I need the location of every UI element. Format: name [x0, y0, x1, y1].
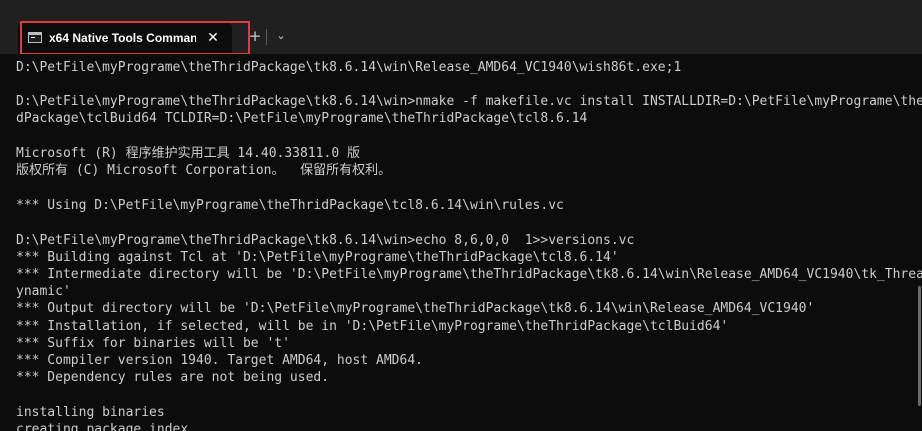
terminal-line: *** Compiler version 1940. Target AMD64,…	[16, 353, 423, 368]
terminal-line: *** Building against Tcl at 'D:\PetFile\…	[16, 250, 619, 265]
tab-title: x64 Native Tools Command Prompt	[49, 31, 196, 45]
terminal-line: *** Intermediate directory will be 'D:\P…	[16, 267, 922, 282]
tab-divider	[266, 29, 267, 45]
terminal-icon	[28, 32, 42, 43]
terminal-output[interactable]: D:\PetFile\myPrograme\theThridPackage\tk…	[0, 54, 922, 431]
vertical-scrollbar[interactable]	[914, 54, 922, 431]
tab-command-prompt[interactable]: x64 Native Tools Command Prompt ✕	[18, 22, 232, 54]
terminal-line: creating package index	[16, 422, 189, 431]
terminal-window: x64 Native Tools Command Prompt ✕ + ⌄ D:…	[0, 0, 922, 431]
terminal-line: *** Installation, if selected, will be i…	[16, 319, 729, 334]
terminal-line: *** Suffix for binaries will be 't'	[16, 336, 290, 351]
terminal-line: Microsoft (R) 程序维护实用工具 14.40.33811.0 版	[16, 146, 360, 161]
terminal-line: 版权所有 (C) Microsoft Corporation。 保留所有权利。	[16, 163, 392, 178]
title-bar: x64 Native Tools Command Prompt ✕ + ⌄	[0, 0, 922, 55]
terminal-line: installing binaries	[16, 405, 165, 420]
close-icon[interactable]: ✕	[204, 29, 222, 47]
chevron-down-icon[interactable]: ⌄	[272, 27, 290, 45]
terminal-line: *** Using D:\PetFile\myPrograme\theThrid…	[16, 198, 564, 213]
terminal-line: D:\PetFile\myPrograme\theThridPackage\tk…	[16, 94, 922, 109]
new-tab-button[interactable]: +	[246, 27, 264, 45]
terminal-line: D:\PetFile\myPrograme\theThridPackage\tk…	[16, 233, 635, 248]
scrollbar-thumb[interactable]	[918, 286, 921, 406]
terminal-line: *** Dependency rules are not being used.	[16, 370, 330, 385]
terminal-line: dPackage\tclBuid64 TCLDIR=D:\PetFile\myP…	[16, 111, 588, 126]
terminal-line: ynamic'	[16, 284, 71, 299]
terminal-line: D:\PetFile\myPrograme\theThridPackage\tk…	[16, 60, 682, 75]
terminal-line: *** Output directory will be 'D:\PetFile…	[16, 301, 815, 316]
